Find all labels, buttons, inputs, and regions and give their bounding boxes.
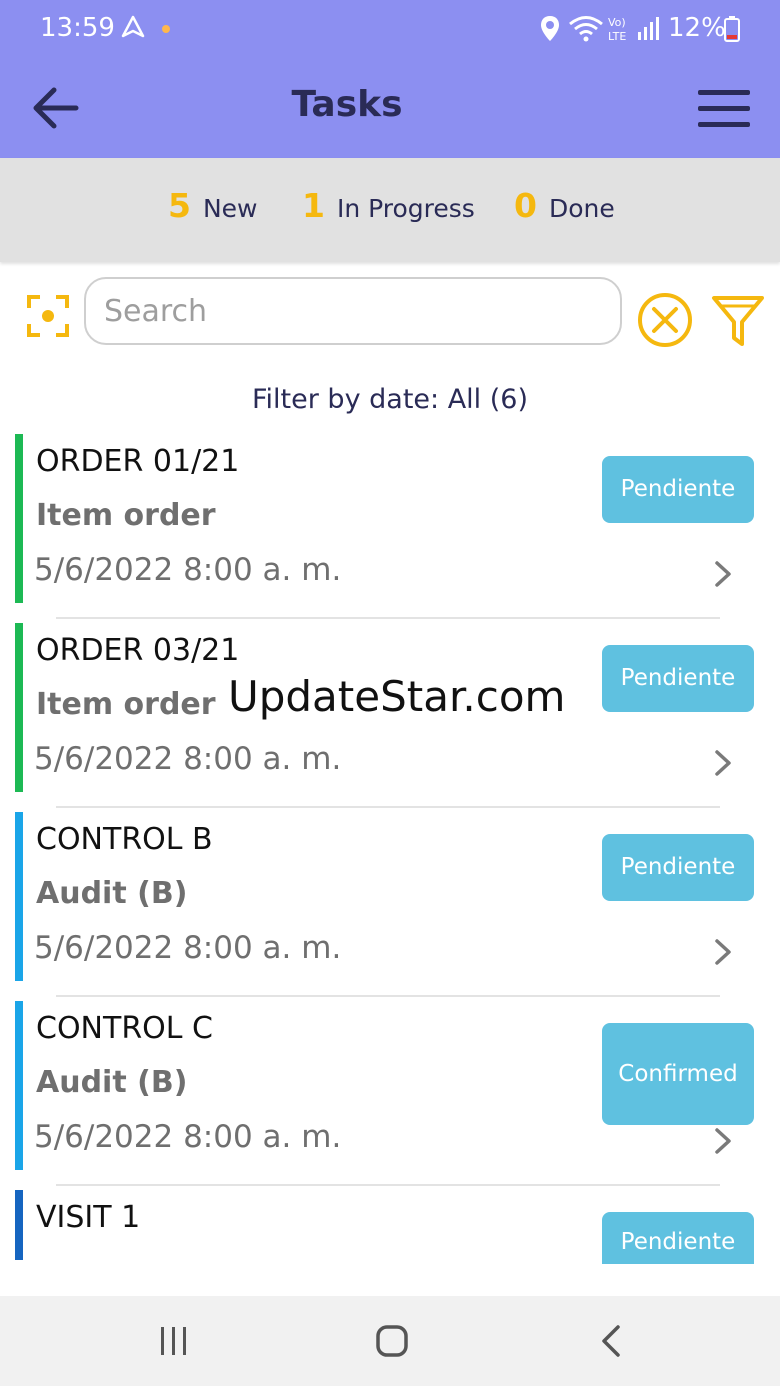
task-status-button[interactable]: Pendiente xyxy=(602,834,754,901)
filter-by-date[interactable]: Filter by date: All (6) xyxy=(0,384,780,415)
watermark: UpdateStar.com xyxy=(228,672,566,721)
task-subtitle: Item order xyxy=(36,498,216,533)
status-bar: 13:59 Vo) LTE 12% xyxy=(0,0,780,60)
count-done-label: Done xyxy=(548,194,615,223)
search-input[interactable] xyxy=(84,277,622,345)
task-date: 5/6/2022 8:00 a. m. xyxy=(34,552,342,588)
task-accent-bar xyxy=(15,434,23,603)
back-nav-icon[interactable] xyxy=(598,1324,624,1358)
chevron-right-icon[interactable] xyxy=(712,938,734,966)
task-subtitle: Audit (B) xyxy=(36,876,188,911)
battery-percent: 12% xyxy=(668,13,726,43)
count-done[interactable]: 0 Done xyxy=(514,186,615,225)
task-status-button[interactable]: Pendiente xyxy=(602,645,754,712)
task-item[interactable]: CONTROL C Audit (B) 5/6/2022 8:00 a. m. … xyxy=(0,995,780,1186)
svg-text:Vo): Vo) xyxy=(608,16,626,29)
task-subtitle: Item order xyxy=(36,687,216,722)
home-icon[interactable] xyxy=(374,1324,410,1358)
filter-icon[interactable] xyxy=(710,294,766,348)
page-title: Tasks xyxy=(291,84,403,125)
hamburger-menu-icon[interactable] xyxy=(696,88,752,130)
location-icon xyxy=(541,16,559,41)
task-accent-bar xyxy=(15,1001,23,1170)
task-accent-bar xyxy=(15,812,23,981)
notification-dot xyxy=(162,25,170,33)
task-subtitle: Audit (B) xyxy=(36,1065,188,1100)
count-new-value: 5 xyxy=(168,186,191,225)
search-row xyxy=(0,276,780,350)
task-list: ORDER 01/21 Item order 5/6/2022 8:00 a. … xyxy=(0,428,780,1264)
clear-search-icon[interactable] xyxy=(636,291,694,349)
status-time: 13:59 xyxy=(40,13,115,43)
count-in-progress[interactable]: 1 In Progress xyxy=(302,186,475,225)
navigation-icon xyxy=(121,15,145,38)
count-in-progress-value: 1 xyxy=(302,186,325,225)
task-title: CONTROL B xyxy=(36,822,213,857)
task-status-button[interactable]: Pendiente xyxy=(602,1212,754,1264)
task-date: 5/6/2022 8:00 a. m. xyxy=(34,930,342,966)
task-counts-bar: 5 New 1 In Progress 0 Done xyxy=(0,158,780,262)
chevron-right-icon[interactable] xyxy=(712,749,734,777)
chevron-right-icon[interactable] xyxy=(712,1127,734,1155)
task-title: VISIT 1 xyxy=(36,1200,141,1235)
task-accent-bar xyxy=(15,1190,23,1260)
task-status-button[interactable]: Confirmed xyxy=(602,1023,754,1125)
task-date: 5/6/2022 8:00 a. m. xyxy=(34,741,342,777)
wifi-icon xyxy=(569,16,603,42)
count-new[interactable]: 5 New xyxy=(168,186,258,225)
count-in-progress-label: In Progress xyxy=(336,194,475,223)
count-done-value: 0 xyxy=(514,186,537,225)
task-item[interactable]: VISIT 1 Pendiente xyxy=(0,1184,780,1264)
svg-text:LTE: LTE xyxy=(608,30,626,43)
recent-apps-icon[interactable] xyxy=(158,1324,190,1358)
task-item[interactable]: ORDER 01/21 Item order 5/6/2022 8:00 a. … xyxy=(0,428,780,619)
signal-icon xyxy=(638,17,659,40)
task-title: CONTROL C xyxy=(36,1011,213,1046)
chevron-right-icon[interactable] xyxy=(712,560,734,588)
volte-icon: Vo) LTE xyxy=(608,16,626,43)
count-new-label: New xyxy=(202,194,258,223)
task-accent-bar xyxy=(15,623,23,792)
scan-icon[interactable] xyxy=(26,294,70,338)
task-status-button[interactable]: Pendiente xyxy=(602,456,754,523)
app-bar: Tasks xyxy=(0,60,780,158)
task-item[interactable]: CONTROL B Audit (B) 5/6/2022 8:00 a. m. … xyxy=(0,806,780,997)
battery-icon xyxy=(724,16,740,42)
task-title: ORDER 03/21 xyxy=(36,633,240,668)
system-nav-bar xyxy=(0,1296,780,1386)
task-date: 5/6/2022 8:00 a. m. xyxy=(34,1119,342,1155)
task-title: ORDER 01/21 xyxy=(36,444,240,479)
